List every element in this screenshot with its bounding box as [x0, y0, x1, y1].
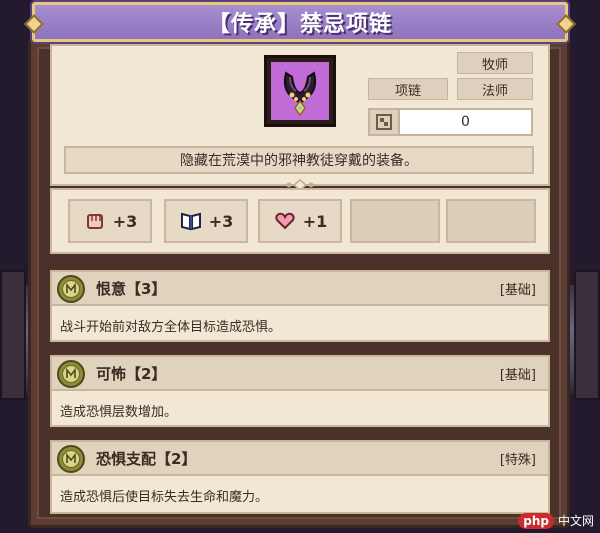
cursed-necklace-icon: [271, 62, 329, 120]
watermark-text: 中文网: [557, 514, 594, 528]
skill-rune-icon: [57, 445, 85, 473]
skill-type: [特殊]: [499, 452, 536, 468]
item-value-box: 0: [368, 108, 533, 136]
tag-priest: 牧师: [457, 52, 533, 74]
stat-strength-value: +3: [112, 211, 138, 231]
skill-card[interactable]: 恨意【3】 [基础] 战斗开始前对敌方全体目标造成恐惧。: [50, 270, 550, 342]
background-pillar-left: [0, 270, 26, 400]
skill-description: 造成恐惧后使目标失去生命和魔力。: [60, 489, 269, 505]
stat-strength: +3: [68, 199, 152, 243]
item-icon-frame[interactable]: [264, 55, 336, 127]
skill-description: 战斗开始前对敌方全体目标造成恐惧。: [60, 319, 282, 335]
skill-name: 恐惧支配【2】: [96, 449, 197, 468]
stat-slot-empty: [350, 199, 440, 243]
stat-vitality: +1: [258, 199, 342, 243]
tag-necklace: 项链: [368, 78, 448, 100]
skill-rune-icon: [57, 275, 85, 303]
skill-type: [基础]: [499, 282, 536, 298]
stat-slot-empty: [446, 199, 536, 243]
background-pillar-right: [574, 270, 600, 400]
slot-icon: [370, 110, 400, 134]
item-value: 0: [461, 114, 470, 130]
skill-header: 可怖【2】 [基础]: [52, 357, 548, 391]
skill-header: 恐惧支配【2】 [特殊]: [52, 442, 548, 476]
site-watermark: php 中文网: [518, 512, 594, 529]
watermark-logo: php: [518, 512, 554, 529]
item-description: 隐藏在荒漠中的邪神教徒穿戴的装备。: [64, 146, 534, 174]
tag-mage: 法师: [457, 78, 533, 100]
skill-type: [基础]: [499, 367, 536, 383]
fist-icon: [83, 210, 107, 232]
item-title: 【传承】禁忌项链: [207, 12, 392, 37]
title-banner: 【传承】禁忌项链: [32, 2, 568, 42]
stat-vitality-value: +1: [302, 211, 328, 231]
skill-header: 恨意【3】 [基础]: [52, 272, 548, 306]
skill-rune-icon: [57, 360, 85, 388]
book-icon: [179, 210, 203, 232]
skill-name: 可怖【2】: [96, 364, 167, 383]
stat-intellect: +3: [164, 199, 248, 243]
stat-intellect-value: +3: [208, 211, 234, 231]
heart-icon: [273, 210, 297, 232]
skill-name: 恨意【3】: [96, 279, 167, 298]
skill-card[interactable]: 可怖【2】 [基础] 造成恐惧层数增加。: [50, 355, 550, 427]
skill-description: 造成恐惧层数增加。: [60, 404, 178, 420]
skill-card[interactable]: 恐惧支配【2】 [特殊] 造成恐惧后使目标失去生命和魔力。: [50, 440, 550, 514]
